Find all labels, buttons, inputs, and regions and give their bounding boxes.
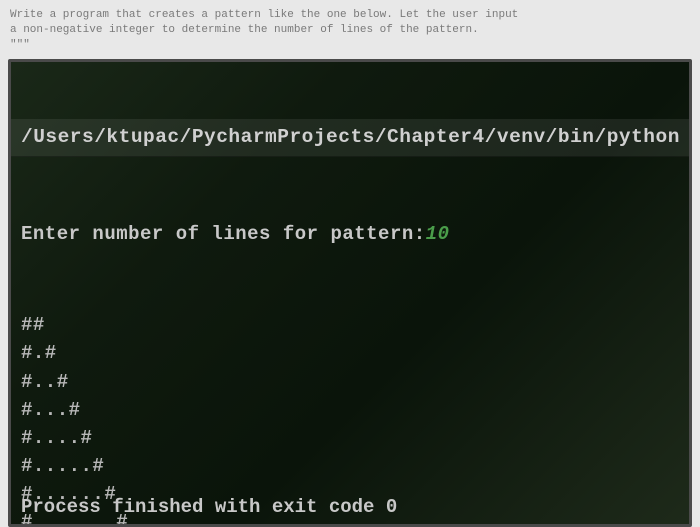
terminal-output: /Users/ktupac/PycharmProjects/Chapter4/v… xyxy=(11,62,689,527)
user-entered-value: 10 xyxy=(426,223,450,245)
process-exit-message: Process finished with exit code 0 xyxy=(21,496,397,518)
pattern-line: #.# xyxy=(21,339,679,367)
prompt-text: Enter number of lines for pattern: xyxy=(21,223,426,245)
interpreter-path: /Users/ktupac/PycharmProjects/Chapter4/v… xyxy=(11,119,689,157)
docstring-line-2: a non-negative integer to determine the … xyxy=(10,23,690,38)
editor-docstring-area: Write a program that creates a pattern l… xyxy=(0,0,700,59)
pattern-output: ###.##..##...##....##.....##......##....… xyxy=(21,311,679,526)
pattern-line: #..# xyxy=(21,368,679,396)
terminal-panel[interactable]: /Users/ktupac/PycharmProjects/Chapter4/v… xyxy=(8,59,692,527)
docstring-line-1: Write a program that creates a pattern l… xyxy=(10,8,690,23)
docstring-close: """ xyxy=(10,38,690,53)
pattern-line: #.....# xyxy=(21,452,679,480)
pattern-line: #...# xyxy=(21,396,679,424)
input-prompt-line: Enter number of lines for pattern:10 xyxy=(21,220,679,249)
pattern-line: ## xyxy=(21,311,679,339)
pattern-line: #....# xyxy=(21,424,679,452)
